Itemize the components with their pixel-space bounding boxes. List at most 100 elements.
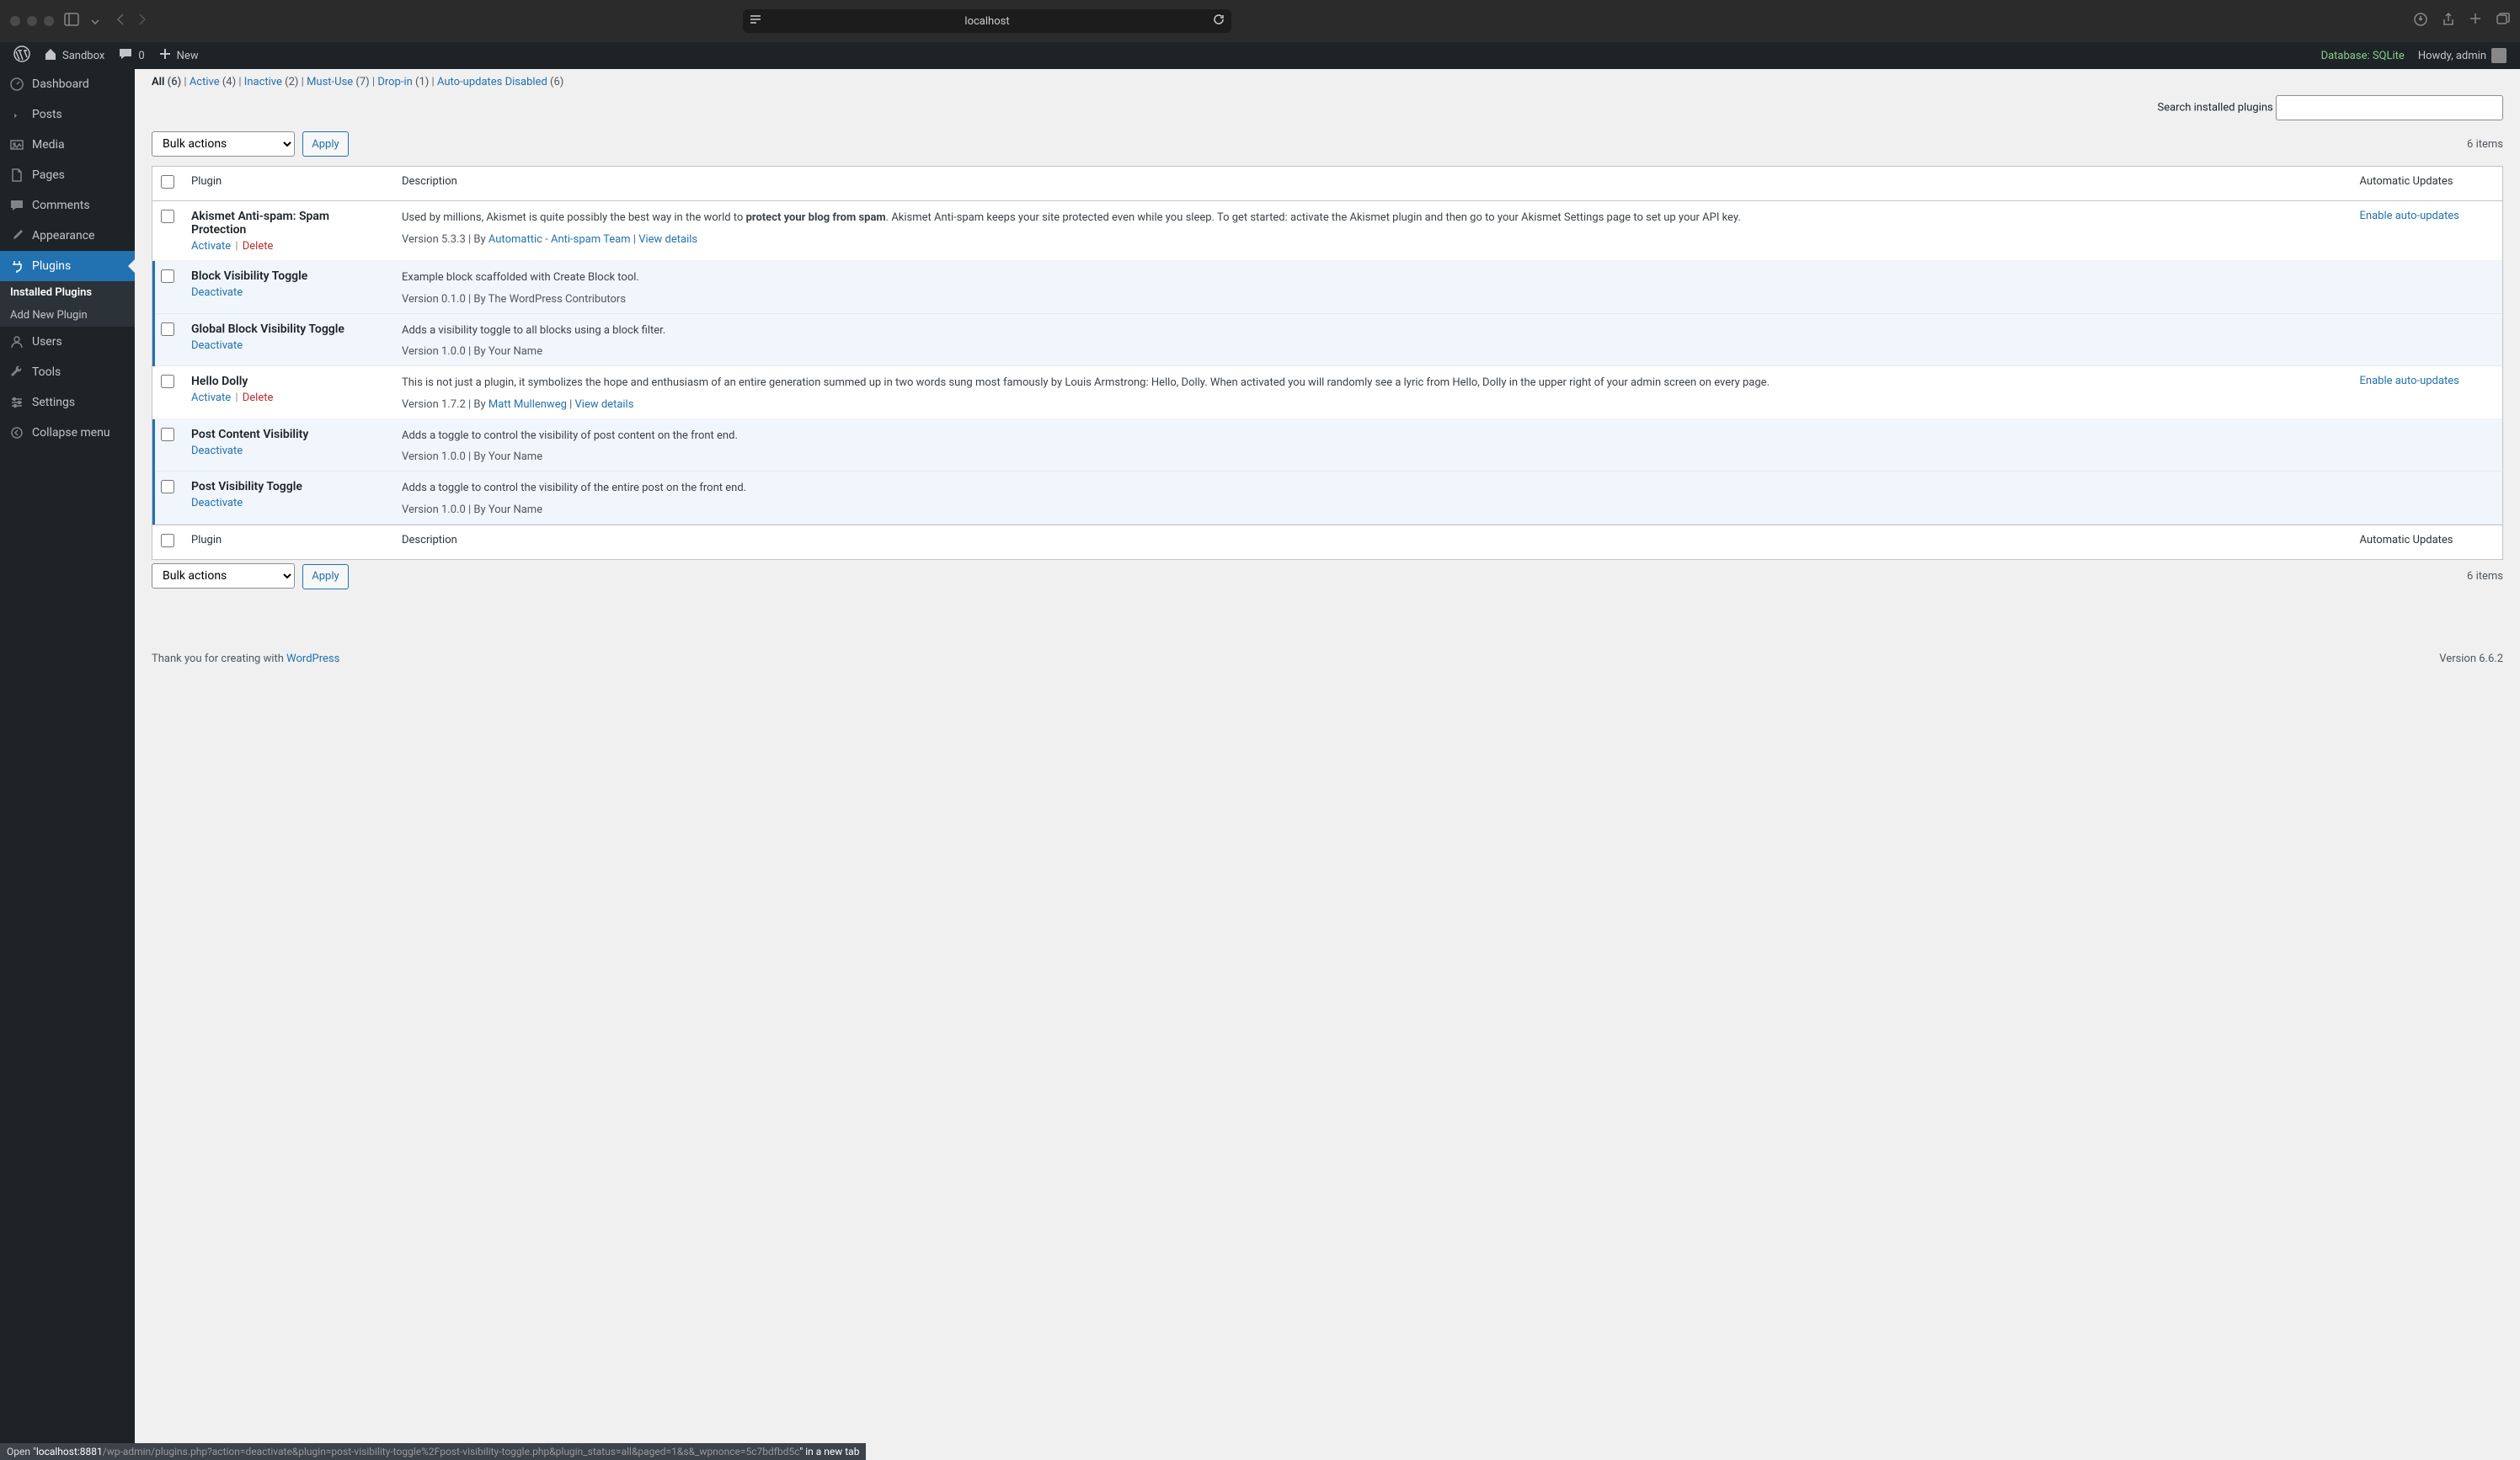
filter-inactive[interactable]: Inactive (2) (244, 76, 299, 88)
select-plugin-checkbox[interactable] (161, 428, 174, 441)
url-bar[interactable]: localhost (743, 9, 1231, 33)
select-plugin-checkbox[interactable] (161, 322, 174, 336)
plus-icon (158, 47, 172, 64)
select-plugin-checkbox[interactable] (161, 269, 174, 283)
bulk-action-select-top[interactable]: Bulk actions (152, 131, 295, 157)
tablenav-top: Bulk actions Apply 6 items (152, 127, 2503, 161)
plugin-description: Adds a visibility toggle to all blocks u… (402, 322, 2343, 339)
row-actions: Deactivate (191, 445, 385, 457)
select-all-bottom[interactable] (161, 534, 174, 547)
col-auto-updates-header[interactable]: Automatic Updates (2352, 167, 2503, 201)
dropdown-icon[interactable] (91, 15, 99, 28)
download-icon[interactable] (2414, 13, 2427, 29)
wp-version: Version 6.6.2 (2439, 653, 2503, 665)
back-icon[interactable] (116, 13, 125, 29)
deactivate-link[interactable]: Deactivate (191, 339, 243, 352)
submenu-installed-plugins[interactable]: Installed Plugins (0, 281, 135, 304)
activate-link[interactable]: Activate (191, 240, 231, 253)
comments-menu[interactable]: 0 (111, 42, 151, 69)
wp-logo-menu[interactable] (7, 42, 37, 69)
filter-drop-in[interactable]: Drop-in (1) (377, 76, 429, 88)
plugin-name: Akismet Anti-spam: Spam Protection (191, 210, 329, 237)
filter-must-use[interactable]: Must-Use (7) (307, 76, 370, 88)
col-plugin-footer[interactable]: Plugin (183, 525, 393, 559)
sidebar-toggle-icon[interactable] (64, 13, 79, 29)
plugin-meta: Version 1.0.0 | By Your Name (402, 450, 2343, 463)
forward-icon[interactable] (138, 13, 147, 29)
search-input[interactable] (2276, 95, 2503, 120)
plugin-name: Post Content Visibility (191, 428, 308, 441)
enable-auto-updates-link[interactable]: Enable auto-updates (2360, 210, 2459, 222)
plugin-meta: Version 1.0.0 | By Your Name (402, 345, 2343, 358)
menu-media[interactable]: Media (0, 130, 135, 160)
plugin-author-link[interactable]: Automattic - Anti-spam Team (489, 233, 631, 246)
plugin-description: Example block scaffolded with Create Blo… (402, 269, 2343, 286)
howdy-label: Howdy, admin (2418, 50, 2486, 62)
filter-active[interactable]: Active (4) (190, 76, 236, 88)
plugin-author-link[interactable]: Matt Mullenweg (489, 398, 567, 411)
minimize-window-icon[interactable] (27, 16, 37, 26)
select-plugin-checkbox[interactable] (161, 480, 174, 493)
user-icon (8, 333, 25, 350)
activate-link[interactable]: Activate (191, 392, 231, 404)
col-plugin-header[interactable]: Plugin (183, 167, 393, 201)
menu-comments[interactable]: Comments (0, 190, 135, 221)
reload-icon[interactable] (1213, 13, 1225, 29)
items-count-top: 6 items (2467, 138, 2503, 151)
page-icon (8, 167, 25, 184)
col-auto-updates-footer[interactable]: Automatic Updates (2352, 525, 2503, 559)
admin-menu: Dashboard Posts Media Pages Comments App… (0, 69, 135, 1460)
bulk-action-select-bottom[interactable]: Bulk actions (152, 563, 295, 589)
new-content-menu[interactable]: New (152, 42, 206, 69)
browser-toolbar-left (64, 13, 99, 29)
view-details-link[interactable]: View details (638, 233, 697, 246)
wrench-icon (8, 364, 25, 381)
plugin-name: Hello Dolly (191, 375, 248, 388)
select-plugin-checkbox[interactable] (161, 210, 174, 223)
plugin-meta: Version 5.3.3 | By Automattic - Anti-spa… (402, 233, 2343, 246)
wordpress-link[interactable]: WordPress (286, 653, 339, 665)
view-details-link[interactable]: View details (575, 398, 634, 411)
row-actions: Deactivate (191, 339, 385, 352)
submenu-add-new-plugin[interactable]: Add New Plugin (0, 304, 135, 327)
zoom-window-icon[interactable] (44, 16, 54, 26)
menu-plugins[interactable]: Plugins (0, 251, 135, 281)
deactivate-link[interactable]: Deactivate (191, 286, 243, 299)
col-description-footer[interactable]: Description (393, 525, 2352, 559)
my-account[interactable]: Howdy, admin (2411, 42, 2513, 69)
filter-auto-updates-disabled[interactable]: Auto-updates Disabled (6) (437, 76, 563, 88)
plugin-name: Post Visibility Toggle (191, 480, 302, 493)
apply-button-bottom[interactable]: Apply (302, 564, 348, 589)
share-icon[interactable] (2443, 13, 2454, 29)
tabs-icon[interactable] (2496, 13, 2510, 29)
deactivate-link[interactable]: Deactivate (191, 445, 243, 457)
plugin-name: Global Block Visibility Toggle (191, 322, 344, 336)
deactivate-link[interactable]: Deactivate (191, 497, 243, 509)
browser-status-bar: Open "localhost:8881/wp-admin/plugins.ph… (0, 1443, 866, 1460)
menu-dashboard[interactable]: Dashboard (0, 69, 135, 99)
collapse-menu[interactable]: Collapse menu (0, 418, 135, 448)
delete-link[interactable]: Delete (243, 240, 274, 253)
site-name-menu[interactable]: Sandbox (37, 42, 111, 69)
menu-tools[interactable]: Tools (0, 357, 135, 387)
close-window-icon[interactable] (10, 16, 20, 26)
menu-posts[interactable]: Posts (0, 99, 135, 130)
menu-appearance[interactable]: Appearance (0, 221, 135, 251)
apply-button-top[interactable]: Apply (302, 131, 348, 157)
select-all-top[interactable] (161, 175, 174, 189)
menu-users[interactable]: Users (0, 327, 135, 357)
new-tab-icon[interactable] (2469, 13, 2481, 29)
main-content: All (6) | Active (4) | Inactive (2) | Mu… (135, 69, 2520, 1460)
col-description-header[interactable]: Description (393, 167, 2352, 201)
reader-icon[interactable] (750, 14, 761, 28)
plugin-row: Hello DollyActivate | DeleteThis is not … (152, 366, 2503, 419)
menu-pages[interactable]: Pages (0, 160, 135, 190)
plugin-row: Global Block Visibility Toggle Deactivate… (152, 314, 2503, 367)
plugin-description: Adds a toggle to control the visibility … (402, 480, 2343, 497)
select-plugin-checkbox[interactable] (161, 375, 174, 388)
filter-all[interactable]: All (6) (152, 76, 181, 88)
row-actions: Deactivate (191, 497, 385, 509)
delete-link[interactable]: Delete (243, 392, 274, 404)
enable-auto-updates-link[interactable]: Enable auto-updates (2360, 375, 2459, 387)
menu-settings[interactable]: Settings (0, 387, 135, 418)
